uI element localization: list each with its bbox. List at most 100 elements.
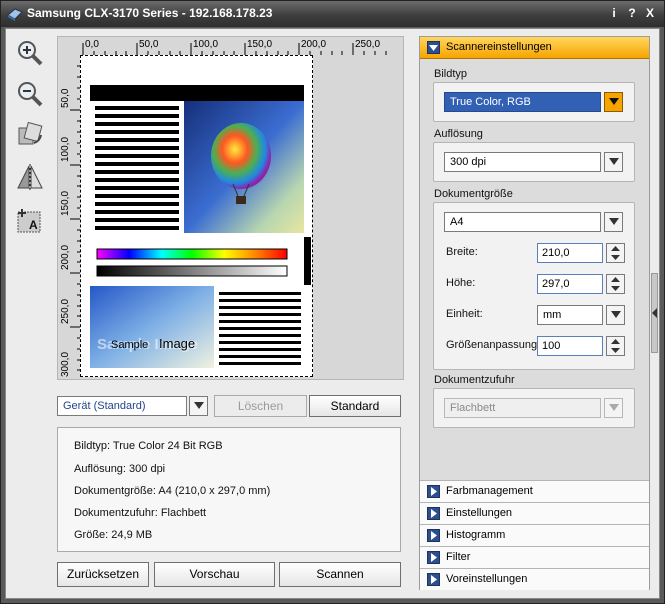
ruler-h-label: 200,0 (301, 39, 326, 50)
aufloesung-dropdown-arrow[interactable] (604, 152, 623, 172)
check-icon (427, 41, 440, 54)
scan-area-selection[interactable]: Sample Image Sample Image (80, 55, 313, 377)
device-dropdown-arrow[interactable] (189, 396, 208, 416)
groessenanpassung-stepper[interactable] (606, 336, 625, 356)
expand-arrow-icon (427, 485, 440, 498)
reset-button[interactable]: Zurücksetzen (57, 562, 149, 587)
ruler-v-label: 200,0 (60, 245, 71, 270)
info-bildtyp: Bildtyp: True Color 24 Bit RGB (74, 440, 223, 452)
aufloesung-select[interactable]: 300 dpi (444, 152, 601, 172)
section-scanner-settings[interactable]: Scannereinstellungen (420, 37, 649, 59)
expand-arrow-icon (427, 507, 440, 520)
scan-info-box: Bildtyp: True Color 24 Bit RGB Auflösung… (57, 427, 401, 552)
section-label: Scannereinstellungen (446, 41, 552, 53)
bildtyp-select[interactable]: True Color, RGB (444, 92, 601, 112)
dokumentzufuhr-select[interactable]: Flachbett (444, 398, 601, 418)
ruler-v-label: 300,0 (60, 352, 71, 377)
breite-stepper[interactable] (606, 243, 625, 263)
sample-text: Sample (111, 339, 148, 351)
dokumentzufuhr-dropdown-arrow[interactable] (604, 398, 623, 418)
chevron-down-icon (194, 402, 204, 409)
ruler-v-label: 250,0 (60, 299, 71, 324)
hoehe-label: Höhe: (446, 277, 476, 289)
mirror-icon[interactable] (14, 162, 46, 194)
scanner-window: Samsung CLX-3170 Series - 192.168.178.23… (0, 0, 665, 604)
delete-button[interactable]: Löschen (214, 395, 307, 417)
expand-arrow-icon (427, 529, 440, 542)
breite-label: Breite: (446, 246, 478, 258)
standard-button[interactable]: Standard (309, 395, 401, 417)
info-aufloesung: Auflösung: 300 dpi (74, 463, 166, 475)
hoehe-input[interactable]: 297,0 (537, 274, 603, 294)
chevron-down-icon (609, 158, 619, 165)
info-dokumentgroesse: Dokumentgröße: A4 (210,0 x 297,0 mm) (74, 485, 271, 497)
einheit-label: Einheit: (446, 308, 483, 320)
aufloesung-group: 300 dpi (433, 142, 635, 182)
ruler-h-label: 0,0 (85, 39, 99, 50)
ruler-v-label: 150,0 (60, 191, 71, 216)
hoehe-stepper[interactable] (606, 274, 625, 294)
ruler-h-label: 250,0 (355, 39, 380, 50)
info-groesse: Größe: 24,9 MB (74, 529, 153, 541)
sample-text: Image (159, 336, 195, 351)
bildtyp-dropdown-arrow[interactable] (604, 92, 623, 112)
section-einstellungen[interactable]: Einstellungen (420, 502, 649, 524)
einheit-dropdown-arrow[interactable] (606, 305, 625, 325)
arrow-down-icon (611, 286, 620, 291)
arrow-up-icon (611, 339, 620, 344)
dokumentgroesse-group: A4 Breite: 210,0 Höhe: 297,0 Einheit: mm (433, 202, 635, 370)
arrow-up-icon (611, 277, 620, 282)
close-button[interactable]: X (643, 6, 657, 22)
info-dokumentzufuhr: Dokumentzufuhr: Flachbett (74, 507, 207, 519)
client-area: A 0,0 50,0 100,0 150,0 200,0 250,0 50,0 … (5, 28, 660, 599)
arrow-down-icon (611, 348, 620, 353)
vertical-ruler: 50,0 100,0 150,0 200,0 250,0 300,0 (60, 65, 81, 377)
expand-arrow-icon (427, 573, 440, 586)
ruler-v-label: 50,0 (60, 88, 71, 108)
section-label: Einstellungen (446, 507, 513, 519)
dokumentzufuhr-group: Flachbett (433, 388, 635, 428)
section-histogramm[interactable]: Histogramm (420, 524, 649, 546)
info-button[interactable]: i (607, 6, 621, 22)
panel-collapse-handle[interactable] (651, 273, 658, 353)
ruler-v-label: 100,0 (60, 137, 71, 162)
scanner-app-icon (7, 8, 23, 21)
aufloesung-label: Auflösung (434, 128, 483, 140)
ruler-h-label: 100,0 (193, 39, 218, 50)
device-select[interactable]: Gerät (Standard) (57, 396, 187, 416)
rotate-icon[interactable] (14, 119, 46, 151)
section-voreinstellungen[interactable]: Voreinstellungen (420, 568, 649, 590)
zoom-in-icon[interactable] (14, 37, 46, 69)
window-title: Samsung CLX-3170 Series - 192.168.178.23 (27, 6, 273, 20)
zoom-out-icon[interactable] (14, 78, 46, 110)
scan-preview[interactable]: 0,0 50,0 100,0 150,0 200,0 250,0 50,0 10… (57, 36, 404, 380)
dokumentgroesse-select[interactable]: A4 (444, 212, 601, 232)
horizontal-ruler: 0,0 50,0 100,0 150,0 200,0 250,0 (82, 39, 387, 55)
scan-button[interactable]: Scannen (279, 562, 401, 587)
title-bar[interactable]: Samsung CLX-3170 Series - 192.168.178.23… (1, 1, 664, 27)
breite-input[interactable]: 210,0 (537, 243, 603, 263)
bildtyp-group: True Color, RGB (433, 82, 635, 122)
chevron-down-icon (611, 311, 621, 318)
chevron-down-icon (609, 404, 619, 411)
settings-panel: Scannereinstellungen Bildtyp True Color,… (419, 36, 650, 590)
dokumentgroesse-dropdown-arrow[interactable] (604, 212, 623, 232)
arrow-up-icon (611, 246, 620, 251)
section-label: Voreinstellungen (446, 573, 528, 585)
preview-button[interactable]: Vorschau (154, 562, 275, 587)
groessenanpassung-input[interactable]: 100 (537, 336, 603, 356)
chevron-down-icon (609, 218, 619, 225)
help-button[interactable]: ? (625, 6, 639, 22)
groessenanpassung-label: Größenanpassung (446, 339, 538, 351)
preview-image: Sample Image Sample Image (89, 85, 311, 368)
bildtyp-label: Bildtyp (434, 68, 468, 80)
chevron-down-icon (609, 98, 619, 105)
svg-text:A: A (29, 218, 38, 232)
dokumentzufuhr-label: Dokumentzufuhr (434, 374, 515, 386)
expand-arrow-icon (427, 551, 440, 564)
einheit-select[interactable]: mm (537, 305, 603, 325)
auto-select-icon[interactable]: A (14, 206, 46, 238)
section-filter[interactable]: Filter (420, 546, 649, 568)
arrow-down-icon (611, 255, 620, 260)
section-farbmanagement[interactable]: Farbmanagement (420, 480, 649, 502)
